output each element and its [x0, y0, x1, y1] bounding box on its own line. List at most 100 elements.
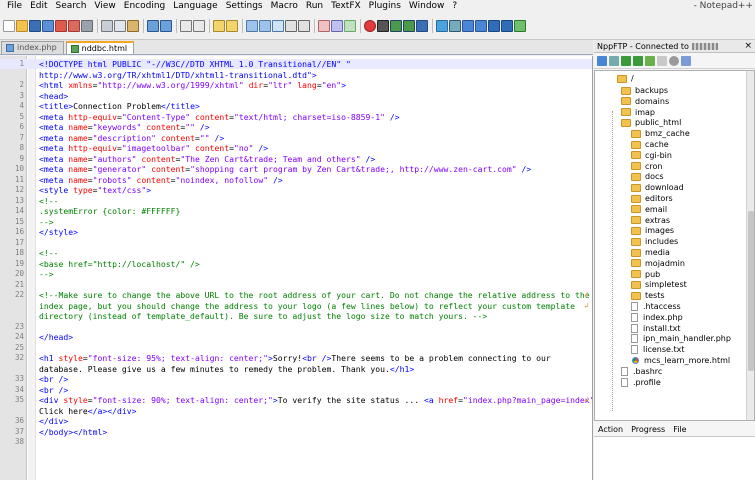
queue-column-action[interactable]: Action [594, 423, 627, 437]
zoom-out-icon[interactable] [226, 20, 238, 32]
tree-item-pub[interactable]: pub [631, 269, 660, 280]
preview-icon[interactable] [436, 20, 448, 32]
menu-item-plugins[interactable]: Plugins [365, 0, 405, 13]
code-line[interactable]: 11 <meta name="robots" content="noindex, … [0, 175, 592, 185]
tree-item-domains[interactable]: domains [621, 96, 669, 107]
copy-icon[interactable] [114, 20, 126, 32]
code-line[interactable]: 34 <br /> [0, 385, 592, 395]
download-icon[interactable] [621, 55, 631, 66]
spell-check-icon[interactable] [449, 20, 461, 32]
tab-index-php[interactable]: index.php [1, 41, 64, 54]
code-line[interactable]: 23 [0, 322, 592, 332]
code-line[interactable]: 24 </head> [0, 332, 592, 342]
sync-horizontal-icon[interactable] [259, 20, 271, 32]
move-down-icon[interactable] [475, 20, 487, 32]
tree-item-email[interactable]: email [631, 204, 667, 215]
queue-column-file[interactable]: File [669, 423, 690, 437]
code-line[interactable]: 37 </body></html> [0, 427, 592, 437]
refresh-icon[interactable] [645, 55, 655, 66]
play-macro-icon[interactable] [390, 20, 402, 32]
undo-icon[interactable] [147, 20, 159, 32]
tree-item-docs[interactable]: docs [631, 171, 664, 182]
indent-guide-icon[interactable] [298, 20, 310, 32]
tree-item-backups[interactable]: backups [621, 85, 668, 96]
code-line[interactable]: 18 <!-- [0, 248, 592, 258]
code-line[interactable]: database. Please give us a few minutes t… [0, 364, 592, 374]
record-macro-icon[interactable] [364, 20, 376, 32]
code-line[interactable]: 20 --> [0, 269, 592, 279]
plugin-a-icon[interactable] [488, 20, 500, 32]
tree-item-cron[interactable]: cron [631, 161, 662, 172]
code-line[interactable]: 36 </div> [0, 416, 592, 426]
code-line[interactable]: 3 <head> [0, 91, 592, 101]
tree-item-license-txt[interactable]: license.txt [631, 344, 684, 355]
menu-item-search[interactable]: Search [52, 0, 91, 13]
redo-icon[interactable] [160, 20, 172, 32]
tree-scrollbar[interactable] [746, 71, 754, 420]
stop-macro-icon[interactable] [377, 20, 389, 32]
tree-item-images[interactable]: images [631, 225, 674, 236]
code-line[interactable]: 21 [0, 280, 592, 290]
tree-item-editors[interactable]: editors [631, 193, 673, 204]
menu-item-textfx[interactable]: TextFX [327, 0, 365, 13]
function-list-icon[interactable] [344, 20, 356, 32]
menu-item-settings[interactable]: Settings [222, 0, 267, 13]
menu-item-help[interactable]: ? [448, 0, 461, 13]
find-icon[interactable] [180, 20, 192, 32]
tree-item-download[interactable]: download [631, 182, 684, 193]
connect-icon[interactable] [597, 55, 607, 66]
code-line[interactable]: 32 <h1 style="font-size: 95%; text-align:… [0, 353, 592, 363]
print-icon[interactable] [81, 20, 93, 32]
check-icon[interactable] [514, 20, 526, 32]
menu-item-macro[interactable]: Macro [267, 0, 302, 13]
plugin-b-icon[interactable] [501, 20, 513, 32]
close-all-icon[interactable] [68, 20, 80, 32]
sync-vertical-icon[interactable] [246, 20, 258, 32]
code-line[interactable]: 16 </style> [0, 227, 592, 237]
paste-icon[interactable] [127, 20, 139, 32]
tree-scrollbar-thumb[interactable] [748, 211, 754, 371]
open-file-icon[interactable] [16, 20, 28, 32]
menu-item-file[interactable]: File [3, 0, 26, 13]
tree-item-root[interactable]: / [617, 73, 634, 84]
word-wrap-icon[interactable] [272, 20, 284, 32]
code-editor[interactable]: 1 <!DOCTYPE html PUBLIC "-//W3C//DTD XHTM… [0, 56, 593, 480]
nppftp-close-icon[interactable]: × [744, 41, 752, 52]
replace-icon[interactable] [193, 20, 205, 32]
code-line[interactable]: 35 <div style="font-size: 90%; text-align… [0, 395, 592, 405]
code-line[interactable]: http://www.w3.org/TR/xhtml1/DTD/xhtml1-t… [0, 70, 592, 80]
abort-icon[interactable] [657, 55, 667, 66]
code-line[interactable]: directory (instead of template_default).… [0, 311, 592, 321]
code-line[interactable]: 15 --> [0, 217, 592, 227]
menu-item-edit[interactable]: Edit [26, 0, 51, 13]
upload-icon[interactable] [633, 55, 643, 66]
code-line[interactable]: Click here</a></div> [0, 406, 592, 416]
tab-nddbc-html[interactable]: nddbc.html [65, 41, 135, 54]
ftp-file-tree[interactable]: / backups domains imap public_html bmz_cache c… [594, 70, 755, 421]
close-icon[interactable] [55, 20, 67, 32]
tree-item-cache[interactable]: cache [631, 139, 669, 150]
tree-item-imap[interactable]: imap [621, 107, 655, 118]
tree-item-media[interactable]: media [631, 247, 670, 258]
tree-item-cgi-bin[interactable]: cgi-bin [631, 150, 672, 161]
menu-item-run[interactable]: Run [302, 0, 327, 13]
save-icon[interactable] [29, 20, 41, 32]
tree-item-bmz-cache[interactable]: bmz_cache [631, 128, 690, 139]
menu-item-language[interactable]: Language [169, 0, 221, 13]
tree-item-tests[interactable]: tests [631, 290, 665, 301]
queue-column-progress[interactable]: Progress [627, 423, 669, 437]
menu-item-view[interactable]: View [90, 0, 119, 13]
code-line[interactable]: 7 <meta name="description" content="" /> [0, 133, 592, 143]
cut-icon[interactable] [101, 20, 113, 32]
save-all-icon[interactable] [42, 20, 54, 32]
code-line[interactable]: 6 <meta name="keywords" content="" /> [0, 122, 592, 132]
code-line[interactable]: 9 <meta name="authors" content="The Zen C… [0, 154, 592, 164]
zoom-in-icon[interactable] [213, 20, 225, 32]
code-line[interactable]: 4 <title>Connection Problem</title> [0, 101, 592, 111]
tree-item-ipn-main-handler-php[interactable]: ipn_main_handler.php [631, 333, 731, 344]
disconnect-icon[interactable] [609, 55, 619, 66]
save-macro-icon[interactable] [416, 20, 428, 32]
code-line[interactable]: 19 <base href="http://localhost/" /> [0, 259, 592, 269]
code-line[interactable]: 5 <meta http-equiv="Content-Type" content… [0, 112, 592, 122]
code-line[interactable]: 38 [0, 437, 592, 447]
